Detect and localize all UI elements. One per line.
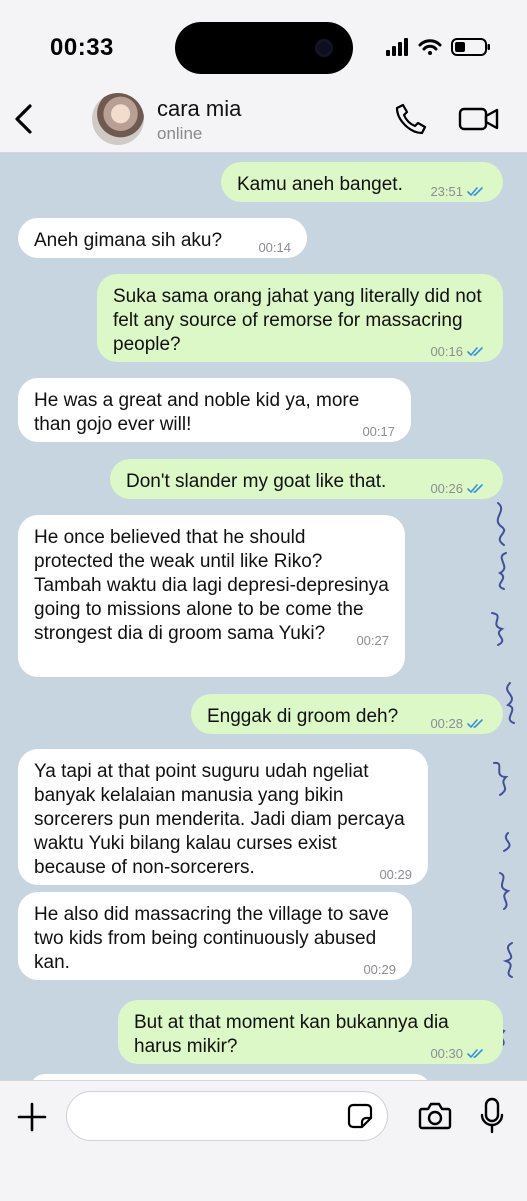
message-incoming[interactable]: He was a great and noble kid ya, more th…: [18, 378, 411, 442]
message-outgoing[interactable]: Don't slander my goat like that. 00:26: [110, 459, 503, 499]
status-time: 00:33: [50, 34, 114, 61]
phone-icon[interactable]: [394, 102, 428, 136]
message-meta: 00:17: [362, 420, 395, 444]
message-outgoing[interactable]: Enggak di groom deh? 00:28: [191, 694, 503, 734]
message-time: 00:17: [362, 424, 395, 439]
chat-header: cara mia online: [0, 90, 527, 153]
wallpaper-handwriting: [491, 502, 515, 1048]
battery-icon: [451, 38, 490, 56]
message-time: 00:29: [379, 867, 412, 882]
signal-icon: [386, 38, 408, 56]
message-meta: 00:28: [430, 712, 487, 736]
wifi-icon: [418, 39, 442, 55]
message-text: Enggak di groom deh?: [207, 706, 399, 727]
video-camera-icon[interactable]: [458, 104, 500, 134]
message-meta: 00:30: [430, 1042, 487, 1066]
chat-area[interactable]: Kamu aneh banget. 23:51 Aneh gimana sih …: [0, 153, 527, 1080]
contact-name[interactable]: cara mia: [157, 96, 241, 122]
contact-status: online: [157, 124, 203, 143]
message-outgoing[interactable]: But at that moment kan bukannya dia haru…: [118, 1000, 503, 1064]
message-meta: 00:16: [430, 340, 487, 364]
read-receipt-icon: [467, 719, 483, 728]
message-text: But at that moment kan bukannya dia haru…: [134, 1012, 449, 1057]
message-time: 00:27: [356, 633, 389, 648]
message-time: 23:51: [430, 184, 463, 199]
message-time: 00:29: [363, 962, 396, 977]
message-incoming[interactable]: He also did massacring the village to sa…: [18, 892, 412, 980]
message-text: He also did massacring the village to sa…: [34, 904, 389, 973]
message-meta: 00:27: [356, 629, 389, 653]
read-receipt-icon: [467, 347, 483, 356]
message-incoming[interactable]: Aneh gimana sih aku? 00:14: [18, 218, 307, 258]
message-text: Kamu aneh banget.: [237, 174, 403, 195]
message-text: He was a great and noble kid ya, more th…: [34, 390, 360, 435]
message-text: Suka sama orang jahat yang literally did…: [113, 286, 482, 355]
read-receipt-icon: [467, 1049, 483, 1058]
microphone-icon[interactable]: [480, 1097, 504, 1135]
message-incoming[interactable]: Ya tapi at that point suguru udah ngelia…: [18, 749, 428, 885]
status-bar: 00:33: [0, 0, 527, 90]
message-meta: 23:51: [430, 180, 487, 204]
message-meta: 00:14: [258, 236, 291, 260]
front-camera: [315, 39, 333, 57]
message-meta: 00:29: [363, 958, 396, 982]
read-receipt-icon: [467, 484, 483, 493]
system-status-icons: [386, 38, 490, 56]
message-incoming[interactable]: He once believed that he should protecte…: [18, 515, 405, 677]
message-text: Aneh gimana sih aku?: [34, 230, 223, 251]
message-time: 00:16: [430, 344, 463, 359]
read-receipt-icon: [467, 187, 483, 196]
message-meta: 00:26: [430, 477, 487, 501]
message-input[interactable]: [66, 1091, 388, 1141]
message-time: 00:14: [258, 240, 291, 255]
compose-bar: [0, 1080, 527, 1201]
sticker-icon[interactable]: [347, 1103, 373, 1129]
message-text: Don't slander my goat like that.: [126, 471, 387, 492]
message-outgoing[interactable]: Kamu aneh banget. 23:51: [221, 162, 503, 202]
message-text: He once believed that he should protecte…: [34, 527, 389, 644]
message-time: 00:26: [430, 481, 463, 496]
message-time: 00:30: [430, 1046, 463, 1061]
contact-avatar[interactable]: [92, 93, 144, 145]
back-chevron-icon[interactable]: [12, 102, 36, 136]
camera-icon[interactable]: [418, 1101, 452, 1131]
dynamic-island: [175, 22, 353, 74]
message-text: Ya tapi at that point suguru udah ngelia…: [34, 761, 405, 878]
message-outgoing[interactable]: Suka sama orang jahat yang literally did…: [97, 274, 503, 362]
plus-icon[interactable]: [16, 1101, 48, 1133]
message-time: 00:28: [430, 716, 463, 731]
message-meta: 00:29: [379, 863, 412, 887]
